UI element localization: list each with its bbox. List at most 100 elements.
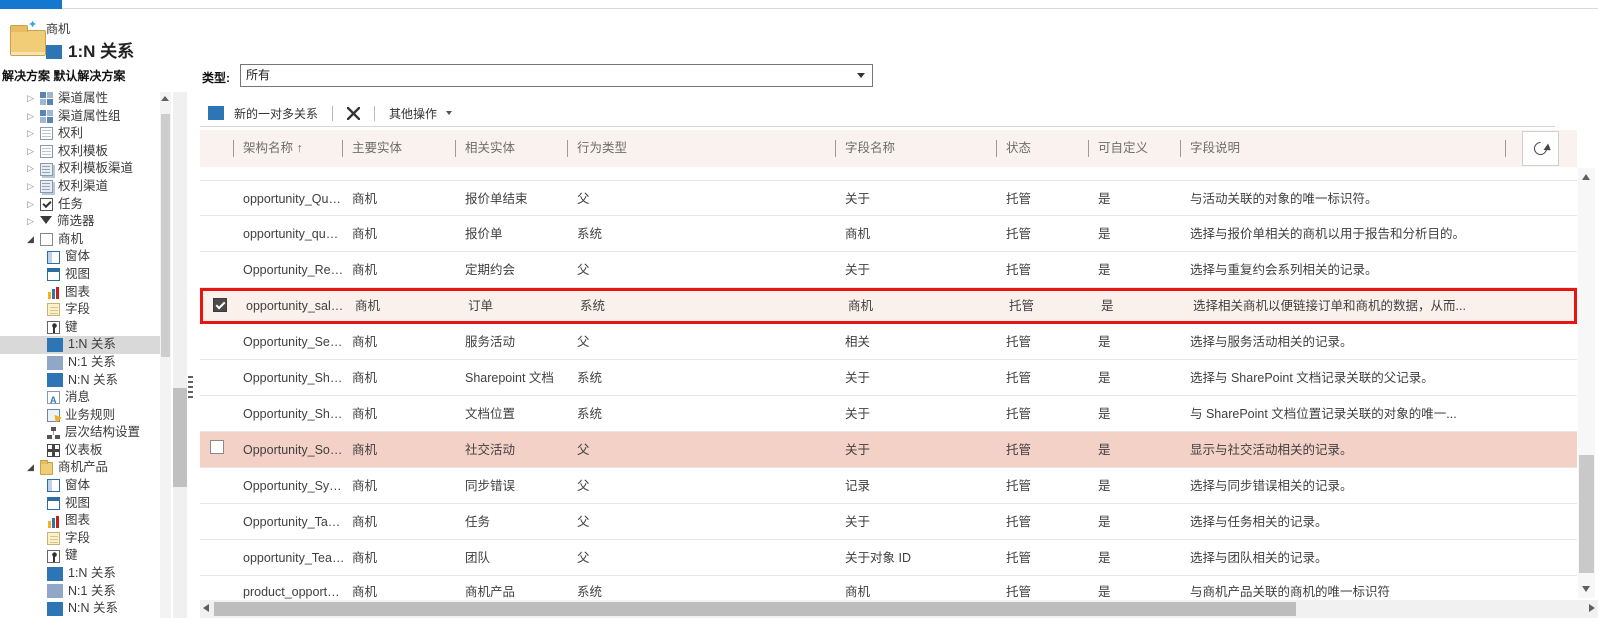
table-cell: Opportunity_Sharep... xyxy=(243,371,345,385)
browser-tab-stub[interactable] xyxy=(0,0,62,9)
table-cell: 报价单结束 xyxy=(465,192,528,206)
table-cell: 托管 xyxy=(1006,227,1032,241)
column-header[interactable]: 相关实体 xyxy=(455,140,515,157)
table-row[interactable]: opportunity_sales_o... 商机 订单 系统 商机 托管 是 选择相关商机以… xyxy=(200,288,1577,324)
sidebar-item[interactable]: 图表 xyxy=(0,512,166,530)
table-row[interactable]: Opportunity_SocialA... 商机 社交活动 父 关于 托管 是 显示与社交活… xyxy=(200,432,1577,468)
sidebar-item-label: 仪表板 xyxy=(65,442,103,457)
pane-scrollbar[interactable] xyxy=(173,92,187,618)
sidebar-item[interactable]: 消息 xyxy=(0,389,166,410)
scroll-up-icon[interactable] xyxy=(161,96,169,101)
table-cell: 商机 xyxy=(845,585,871,599)
sidebar-item[interactable]: N:1 关系 xyxy=(0,583,166,601)
table-row[interactable]: product_opportuniti... 商机 商机产品 系统 商机 托管 是 与商机产品… xyxy=(200,576,1577,600)
sidebar-item[interactable]: 字段 xyxy=(0,530,166,548)
sidebar-item[interactable]: 窗体 xyxy=(0,477,166,495)
sidebar-item[interactable]: 仪表板 xyxy=(0,442,166,460)
column-header[interactable]: 架构名称 ↑ xyxy=(233,140,303,157)
sidebar-item[interactable]: 窗体 xyxy=(0,248,166,266)
new-one-to-many-label: 新的一对多关系 xyxy=(234,106,319,121)
sidebar-item[interactable]: N:N 关系 xyxy=(0,600,166,618)
expander-icon[interactable]: ▷ xyxy=(27,90,40,108)
new-one-to-many-button[interactable]: 新的一对多关系 xyxy=(200,100,326,126)
scroll-left-icon[interactable] xyxy=(203,604,209,612)
sidebar-item[interactable]: ▷ 渠道属性组 xyxy=(0,108,166,126)
grid-horizontal-scrollbar[interactable] xyxy=(200,600,1598,618)
sidebar-item-label: 商机产品 xyxy=(58,460,109,475)
sidebar-item-label: 商机 xyxy=(58,231,84,246)
sidebar-item[interactable]: ▷ 任务 xyxy=(0,196,166,214)
expander-icon[interactable]: ▷ xyxy=(27,125,40,143)
expander-icon[interactable]: ▷ xyxy=(27,196,40,214)
grid-icon xyxy=(40,92,53,106)
type-select[interactable]: 所有 xyxy=(240,64,873,87)
sidebar-item[interactable]: ▷ 权利模板 xyxy=(0,143,166,161)
sidebar-item[interactable]: 字段 xyxy=(0,301,166,319)
scrollbar-thumb[interactable] xyxy=(161,114,170,357)
table-row[interactable]: Opportunity_Recurri... 商机 定期约会 父 关于 托管 是 选择与重复约… xyxy=(200,252,1577,288)
table-cell: 是 xyxy=(1098,335,1111,349)
scrollbar-thumb[interactable] xyxy=(173,388,187,487)
column-header[interactable]: 状态 xyxy=(996,140,1031,157)
solution-tree: ▷ 渠道属性 ▷ 渠道属性组 ▷ 权利 ▷ 权利模板 ▷ 权利模板渠道 ▷ 权利渠道 ▷ 任务 ▷ 筛选器 ◢ 商… xyxy=(0,90,166,618)
sidebar-item[interactable]: ▷ 权利模板渠道 xyxy=(0,160,166,178)
table-cell: 团队 xyxy=(465,551,491,565)
sidebar-scrollbar[interactable] xyxy=(160,92,171,618)
sidebar-item[interactable]: ▷ 权利渠道 xyxy=(0,178,166,196)
table-row[interactable]: Opportunity_Service... 商机 服务活动 父 相关 托管 是 选择与服务活… xyxy=(200,324,1577,360)
sidebar-item[interactable]: 业务规则 xyxy=(0,407,166,425)
table-row[interactable]: Opportunity_SyncErr... 商机 同步错误 父 记录 托管 是 选择与同步错… xyxy=(200,468,1577,504)
splitter-grip[interactable] xyxy=(188,376,193,398)
expander-icon[interactable]: ▷ xyxy=(27,160,40,178)
sidebar-item[interactable]: 1:N 关系 xyxy=(0,336,166,354)
sidebar-item[interactable]: ▷ 渠道属性 xyxy=(0,90,166,108)
row-checkbox[interactable] xyxy=(210,440,224,454)
sidebar-item[interactable]: ◢ 商机产品 xyxy=(0,459,166,477)
sidebar-item[interactable]: 层次结构设置 xyxy=(0,424,166,442)
column-header[interactable]: 字段说明 xyxy=(1180,140,1240,157)
sidebar-item[interactable]: 键 xyxy=(0,319,166,337)
sidebar-item[interactable]: 1:N 关系 xyxy=(0,565,166,583)
table-row[interactable]: Opportunity_Sharep... 商机 文档位置 系统 关于 托管 是 与 Shar… xyxy=(200,396,1577,432)
scrollbar-thumb[interactable] xyxy=(214,602,1296,616)
table-row[interactable]: opportunity_Teams 商机 团队 父 关于对象 ID 托管 是 选择与团队相关的… xyxy=(200,540,1577,576)
delete-button[interactable] xyxy=(339,100,368,126)
sidebar-item-label: 窗体 xyxy=(65,478,91,493)
grid-vertical-scrollbar[interactable] xyxy=(1578,168,1595,598)
table-cell: opportunity_Teams xyxy=(243,551,345,565)
column-header[interactable]: 字段名称 xyxy=(835,140,895,157)
sidebar-item[interactable]: N:N 关系 xyxy=(0,372,166,390)
sidebar-item-label: 权利模板渠道 xyxy=(58,161,134,176)
scroll-up-icon[interactable] xyxy=(1582,174,1590,180)
table-row[interactable]: opportunity_quotes 商机 报价单 系统 商机 托管 是 选择与报价单相关的商… xyxy=(200,216,1577,252)
sidebar-item[interactable]: 键 xyxy=(0,547,166,565)
expander-icon[interactable]: ▷ xyxy=(27,213,40,231)
sidebar-item[interactable]: ◢ 商机 xyxy=(0,231,166,249)
scroll-down-icon[interactable] xyxy=(1582,586,1590,592)
expander-icon[interactable]: ▷ xyxy=(27,108,40,126)
table-cell: product_opportuniti... xyxy=(243,585,345,599)
table-row[interactable]: opportunity_QuoteC... 商机 报价单结束 父 关于 托管 是 与活动关联的… xyxy=(200,180,1577,216)
table-row[interactable]: Opportunity_Sharep... 商机 Sharepoint 文档 系统 关于… xyxy=(200,360,1577,396)
scrollbar-thumb[interactable] xyxy=(1579,455,1594,573)
table-cell: 关于 xyxy=(845,371,871,385)
expander-icon[interactable]: ▷ xyxy=(27,178,40,196)
expander-icon[interactable]: ▷ xyxy=(27,143,40,161)
sidebar-item[interactable]: 视图 xyxy=(0,266,166,284)
column-header[interactable]: 主要实体 xyxy=(342,140,402,157)
table-cell: 选择相关商机以便链接订单和商机的数据，从而... xyxy=(1193,299,1466,313)
column-header[interactable]: 行为类型 xyxy=(567,140,627,157)
sidebar-item[interactable]: 视图 xyxy=(0,495,166,513)
more-actions-button[interactable]: 其他操作 xyxy=(381,100,460,126)
scroll-right-icon[interactable] xyxy=(1589,604,1595,612)
expander-icon[interactable]: ◢ xyxy=(27,459,40,477)
sidebar-item[interactable]: ▷ 筛选器 xyxy=(0,213,166,231)
column-header[interactable]: 可自定义 xyxy=(1088,140,1148,157)
sidebar-item[interactable]: ▷ 权利 xyxy=(0,125,166,143)
expander-icon[interactable]: ◢ xyxy=(27,231,40,249)
row-checkbox[interactable] xyxy=(213,298,227,312)
sidebar-item[interactable]: N:1 关系 xyxy=(0,354,166,372)
sidebar-item[interactable]: 图表 xyxy=(0,284,166,302)
refresh-button[interactable] xyxy=(1522,131,1559,166)
table-row[interactable]: Opportunity_Tasks 商机 任务 父 关于 托管 是 选择与任务相关的记录。 xyxy=(200,504,1577,540)
